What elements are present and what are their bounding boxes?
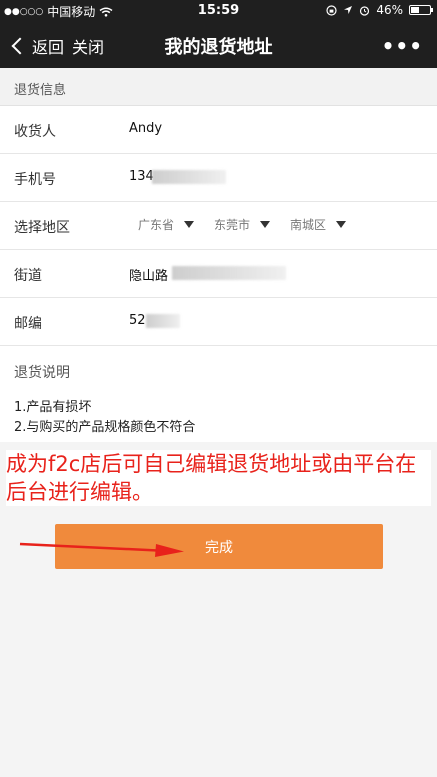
postcode-input[interactable]: 52 xyxy=(129,313,146,328)
note-line-2: 2.与购买的产品规格颜色不符合 xyxy=(14,420,196,435)
postcode-label: 邮编 xyxy=(14,316,42,332)
phone-input[interactable]: 134 xyxy=(129,169,154,184)
note-line-1: 1.产品有损坏 xyxy=(14,400,92,415)
city-select[interactable]: 东莞市 xyxy=(214,216,271,233)
chevron-left-icon xyxy=(11,37,29,55)
annotation-text: 成为f2c店后可自己编辑退货地址或由平台在后台进行编辑。 xyxy=(6,450,431,506)
dropdown-triangle-icon xyxy=(184,221,195,228)
district-select[interactable]: 南城区 xyxy=(290,216,347,233)
city-value: 东莞市 xyxy=(214,218,251,232)
district-value: 南城区 xyxy=(290,218,327,232)
status-bar: ●●○○○ 中国移动 15:59 46% xyxy=(0,0,437,22)
redaction-blur xyxy=(172,266,286,280)
more-options-icon[interactable]: ••• xyxy=(382,34,423,58)
redaction-blur xyxy=(146,314,180,328)
alarm-clock-icon xyxy=(360,5,370,16)
street-label: 街道 xyxy=(14,268,42,284)
location-arrow-icon xyxy=(344,6,353,14)
annotation-arrow-icon xyxy=(19,542,184,557)
receiver-label: 收货人 xyxy=(14,124,56,140)
phone-row[interactable]: 手机号 134 xyxy=(0,154,437,202)
return-notes: 退货说明 1.产品有损坏 2.与购买的产品规格颜色不符合 xyxy=(0,346,437,442)
notes-title: 退货说明 xyxy=(14,365,70,381)
region-row: 选择地区 广东省 东莞市 南城区 xyxy=(0,202,437,250)
return-address-form: 收货人 Andy 手机号 134 选择地区 广东省 东莞市 南城区 街道 隐山路 xyxy=(0,106,437,346)
rotation-lock-icon xyxy=(326,4,337,16)
back-button[interactable]: 返回 xyxy=(10,34,64,58)
battery-fill xyxy=(411,7,420,13)
region-label: 选择地区 xyxy=(14,220,70,236)
province-select[interactable]: 广东省 xyxy=(138,216,195,233)
postcode-row[interactable]: 邮编 52 xyxy=(0,298,437,346)
nav-bar: 返回 关闭 我的退货地址 ••• xyxy=(0,22,437,68)
receiver-input[interactable]: Andy xyxy=(129,121,162,136)
page-title: 我的退货地址 xyxy=(164,37,273,58)
close-button[interactable]: 关闭 xyxy=(72,34,104,58)
back-label: 返回 xyxy=(32,38,65,57)
phone-label: 手机号 xyxy=(14,172,56,188)
battery-percent: 46% xyxy=(376,3,403,17)
dropdown-triangle-icon xyxy=(260,221,271,228)
street-row[interactable]: 街道 隐山路 xyxy=(0,250,437,298)
battery-icon xyxy=(409,5,433,15)
section-header: 退货信息 xyxy=(0,68,437,106)
receiver-row[interactable]: 收货人 Andy xyxy=(0,106,437,154)
province-value: 广东省 xyxy=(138,218,175,232)
street-input[interactable]: 隐山路 xyxy=(129,265,168,284)
redaction-blur xyxy=(152,170,226,184)
dropdown-triangle-icon xyxy=(336,221,347,228)
